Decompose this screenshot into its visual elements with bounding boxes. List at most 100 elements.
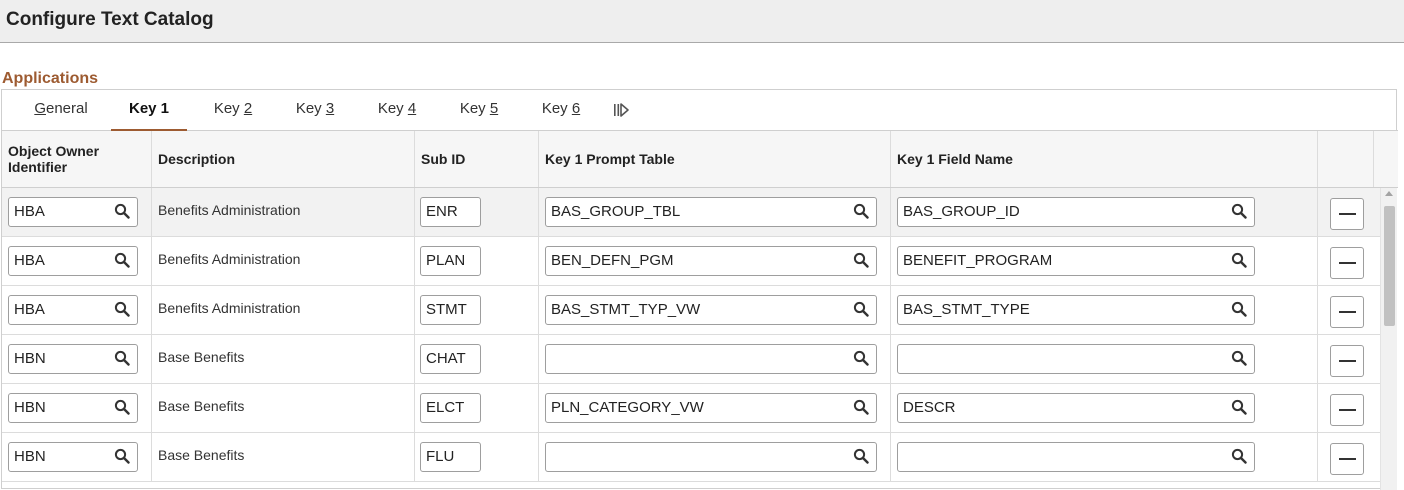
column-divider [1317, 335, 1318, 384]
column-divider [1317, 188, 1318, 237]
column-divider [414, 188, 415, 237]
delete-row-button[interactable] [1330, 198, 1364, 230]
column-header-prompt-table[interactable]: Key 1 Prompt Table [539, 131, 891, 187]
search-icon[interactable] [114, 350, 130, 366]
minus-icon [1339, 213, 1356, 215]
field-name-field[interactable] [897, 442, 1255, 472]
description-text: Benefits Administration [158, 300, 301, 316]
column-divider [414, 286, 415, 335]
page-title: Configure Text Catalog [6, 9, 214, 30]
field-name-field[interactable] [897, 344, 1255, 374]
field-name-field[interactable]: BENEFIT_PROGRAM [897, 246, 1255, 276]
column-divider [151, 237, 152, 286]
tab-key-3[interactable]: Key 3 [290, 90, 340, 131]
delete-row-button[interactable] [1330, 394, 1364, 426]
sub-id-field[interactable]: PLAN [420, 246, 481, 276]
column-divider [890, 335, 891, 384]
column-divider [151, 335, 152, 384]
delete-row-button[interactable] [1330, 345, 1364, 377]
search-icon[interactable] [1231, 399, 1247, 415]
delete-row-button[interactable] [1330, 247, 1364, 279]
tab-general[interactable]: General [32, 90, 90, 131]
field-name-field[interactable]: BAS_GROUP_ID [897, 197, 1255, 227]
column-divider [151, 188, 152, 237]
delete-row-button[interactable] [1330, 443, 1364, 475]
sub-id-field[interactable]: ELCT [420, 393, 481, 423]
table-row[interactable]: HBA Benefits Administration ENR BAS_GROUP_T… [2, 188, 1380, 237]
tab-key-1[interactable]: Key 1 [111, 90, 187, 132]
column-divider [890, 384, 891, 433]
column-divider [414, 384, 415, 433]
search-icon[interactable] [853, 203, 869, 219]
table-row[interactable]: HBN Base Benefits CHAT [2, 335, 1380, 384]
column-divider [890, 188, 891, 237]
table-row[interactable]: HBA Benefits Administration STMT BAS_STMT_T… [2, 286, 1380, 335]
applications-grid: General Key 1 Key 2 Key 3 Key 4 Key 5 Ke… [1, 89, 1398, 490]
field-name-field[interactable]: BAS_STMT_TYPE [897, 295, 1255, 325]
delete-row-button[interactable] [1330, 296, 1364, 328]
search-icon[interactable] [853, 252, 869, 268]
scroll-up-arrow-icon[interactable] [1385, 191, 1393, 196]
column-divider [890, 237, 891, 286]
column-divider [890, 286, 891, 335]
prompt-table-field[interactable]: BAS_GROUP_TBL [545, 197, 877, 227]
column-header-field-name[interactable]: Key 1 Field Name [891, 131, 1318, 187]
column-header-owner[interactable]: Object Owner Identifier [2, 131, 152, 187]
table-row[interactable]: HBN Base Benefits FLU [2, 433, 1380, 482]
tab-key-2[interactable]: Key 2 [208, 90, 258, 131]
prompt-table-field[interactable]: PLN_CATEGORY_VW [545, 393, 877, 423]
sub-id-field[interactable]: CHAT [420, 344, 481, 374]
search-icon[interactable] [853, 301, 869, 317]
description-text: Base Benefits [158, 398, 245, 414]
search-icon[interactable] [1231, 350, 1247, 366]
search-icon[interactable] [853, 399, 869, 415]
prompt-table-field[interactable] [545, 442, 877, 472]
search-icon[interactable] [853, 448, 869, 464]
prompt-table-field[interactable] [545, 344, 877, 374]
search-icon[interactable] [1231, 203, 1247, 219]
sub-id-field[interactable]: ENR [420, 197, 481, 227]
column-header-row: Object Owner Identifier Description Sub … [2, 131, 1398, 188]
tab-key-4[interactable]: Key 4 [372, 90, 422, 131]
column-divider [151, 384, 152, 433]
column-divider [414, 237, 415, 286]
column-divider [1317, 286, 1318, 335]
search-icon[interactable] [1231, 301, 1247, 317]
section-title: Applications [2, 70, 99, 87]
grid-tabs: General Key 1 Key 2 Key 3 Key 4 Key 5 Ke… [2, 90, 1398, 132]
search-icon[interactable] [1231, 252, 1247, 268]
description-text: Benefits Administration [158, 202, 301, 218]
search-icon[interactable] [114, 301, 130, 317]
column-divider [538, 286, 539, 335]
column-divider [538, 335, 539, 384]
show-all-columns-icon[interactable] [612, 101, 632, 119]
search-icon[interactable] [1231, 448, 1247, 464]
table-row[interactable]: HBA Benefits Administration PLAN BEN_DEFN_P… [2, 237, 1380, 286]
prompt-table-field[interactable]: BAS_STMT_TYP_VW [545, 295, 877, 325]
minus-icon [1339, 262, 1356, 264]
description-text: Benefits Administration [158, 251, 301, 267]
tab-key-5[interactable]: Key 5 [454, 90, 504, 131]
sub-id-field[interactable]: FLU [420, 442, 481, 472]
column-header-subid[interactable]: Sub ID [415, 131, 539, 187]
prompt-table-field[interactable]: BEN_DEFN_PGM [545, 246, 877, 276]
column-divider [1317, 433, 1318, 482]
column-divider [538, 237, 539, 286]
vertical-scrollbar[interactable] [1380, 188, 1397, 490]
search-icon[interactable] [114, 448, 130, 464]
search-icon[interactable] [114, 399, 130, 415]
sub-id-field[interactable]: STMT [420, 295, 481, 325]
column-header-description[interactable]: Description [152, 131, 415, 187]
table-row[interactable]: HBN Base Benefits ELCT PLN_CATEGORY_VW DESCR [2, 384, 1380, 433]
search-icon[interactable] [853, 350, 869, 366]
column-divider [538, 433, 539, 482]
minus-icon [1339, 311, 1356, 313]
minus-icon [1339, 458, 1356, 460]
column-divider [414, 335, 415, 384]
tab-key-6[interactable]: Key 6 [536, 90, 586, 131]
field-name-field[interactable]: DESCR [897, 393, 1255, 423]
search-icon[interactable] [114, 252, 130, 268]
search-icon[interactable] [114, 203, 130, 219]
column-divider [151, 286, 152, 335]
scrollbar-thumb[interactable] [1384, 206, 1395, 326]
